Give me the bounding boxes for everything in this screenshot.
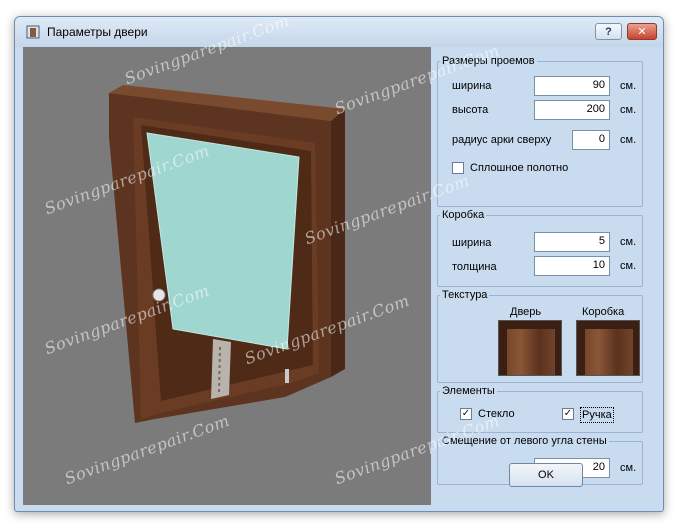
door-decor-strip <box>211 339 231 399</box>
arch-radius-input[interactable]: 0 <box>572 130 610 150</box>
box-width-label: ширина <box>452 237 492 249</box>
box-thickness-label: толщина <box>452 261 497 273</box>
frame-right-side <box>331 109 345 377</box>
solid-leaf-label: Сплошное полотно <box>470 162 569 174</box>
offset-unit: см. <box>620 462 637 474</box>
door-preview-viewport[interactable] <box>23 47 431 505</box>
elements-group: Элементы ✓ Стекло ✓ Ручка <box>437 384 643 433</box>
box-texture-label: Коробка <box>582 306 625 318</box>
dialog-client: Размеры проемов ширина 90 см. высота 200… <box>23 47 657 505</box>
solid-leaf-checkbox[interactable] <box>452 162 464 174</box>
box-texture-swatch[interactable] <box>576 320 640 376</box>
help-button[interactable]: ? <box>595 23 622 40</box>
close-button[interactable]: ✕ <box>627 23 657 40</box>
offset-legend: Смещение от левого угла стены <box>440 434 609 448</box>
box-width-unit: см. <box>620 236 637 248</box>
opening-height-unit: см. <box>620 104 637 116</box>
arch-radius-unit: см. <box>620 134 637 146</box>
opening-width-input[interactable]: 90 <box>534 76 610 96</box>
openings-group: Размеры проемов ширина 90 см. высота 200… <box>437 54 643 207</box>
box-thickness-input[interactable]: 10 <box>534 256 610 276</box>
help-icon: ? <box>605 25 612 38</box>
check-icon: ✓ <box>461 408 471 419</box>
ok-button[interactable]: OK <box>509 463 583 487</box>
texture-legend: Текстура <box>440 288 490 302</box>
glass-checkbox[interactable]: ✓ <box>460 408 472 420</box>
door-texture-swatch[interactable] <box>498 320 562 376</box>
dialog-window: Параметры двери ? ✕ Размеры проемов шири… <box>14 16 664 512</box>
title-bar[interactable]: Параметры двери ? ✕ <box>15 17 663 47</box>
door-3d-preview <box>109 85 345 423</box>
door-handle <box>152 288 166 302</box>
elements-legend: Элементы <box>440 384 497 398</box>
opening-width-unit: см. <box>620 80 637 92</box>
openings-legend: Размеры проемов <box>440 54 537 68</box>
door-texture-label: Дверь <box>510 306 542 318</box>
window-title: Параметры двери <box>47 25 148 39</box>
arch-radius-label: радиус арки сверху <box>452 134 552 146</box>
door-hinge <box>285 369 289 383</box>
opening-height-label: высота <box>452 104 489 116</box>
box-width-input[interactable]: 5 <box>534 232 610 252</box>
box-thickness-unit: см. <box>620 260 637 272</box>
opening-height-input[interactable]: 200 <box>534 100 610 120</box>
handle-label: Ручка <box>580 407 614 423</box>
texture-group: Текстура Дверь Коробка <box>437 288 643 383</box>
app-icon <box>26 25 40 39</box>
check-icon: ✓ <box>563 408 573 419</box>
box-legend: Коробка <box>440 208 487 222</box>
opening-width-label: ширина <box>452 80 492 92</box>
settings-panel: Размеры проемов ширина 90 см. высота 200… <box>431 47 657 505</box>
close-icon: ✕ <box>637 26 647 38</box>
handle-checkbox[interactable]: ✓ <box>562 408 574 420</box>
glass-label: Стекло <box>478 408 515 420</box>
box-group: Коробка ширина 5 см. толщина 10 см. <box>437 208 643 287</box>
